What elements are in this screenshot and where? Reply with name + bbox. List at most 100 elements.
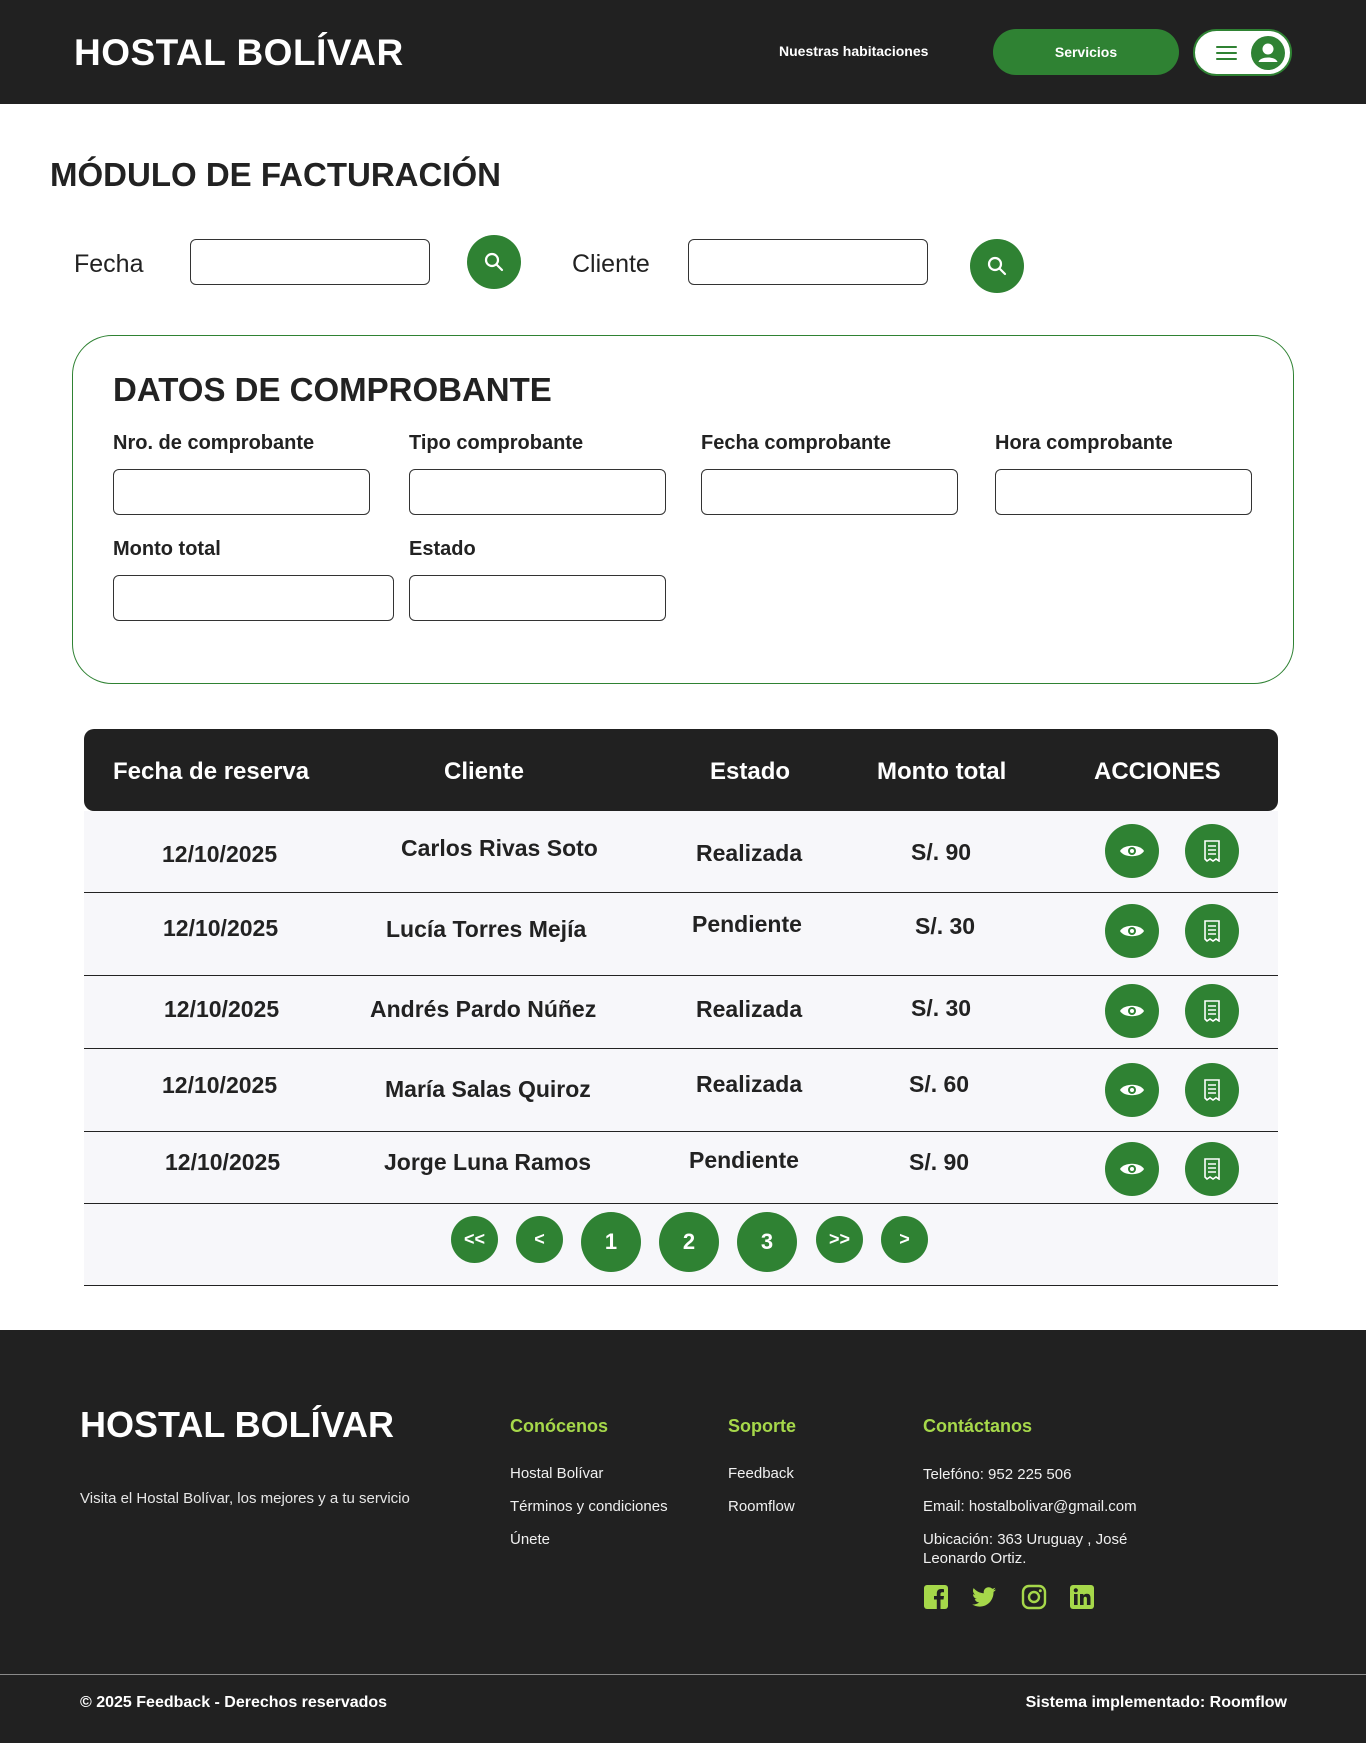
date-search-input[interactable] [190,239,430,285]
row-amount: S/. 90 [911,839,972,865]
footer-copyright: © 2025 Feedback - Derechos reservados [80,1694,388,1711]
row-date: 12/10/2025 [162,841,278,867]
row-client: Andrés Pardo Núñez [370,996,597,1022]
client-search-button[interactable] [970,239,1024,293]
receipt-time-input[interactable] [995,469,1252,515]
column-header-status: Estado [710,758,791,785]
eye-icon [1120,1084,1144,1096]
footer-location-line1: Ubicación: 363 Uruguay , José [923,1531,1128,1548]
row-client: Carlos Rivas Soto [401,835,598,861]
row-status: Realizada [696,1071,803,1097]
receipt-date-label: Fecha comprobante [701,432,892,454]
row-client: Lucía Torres Mejía [386,916,587,942]
column-header-amount: Monto total [877,758,1007,785]
search-icon [484,252,504,272]
twitter-icon[interactable] [971,1584,997,1610]
footer-contact-heading: Contáctanos [923,1416,1033,1436]
facebook-icon[interactable] [923,1584,949,1610]
footer-system-credit: Sistema implementado: Roomflow [1025,1694,1287,1711]
pagination-prev-button[interactable]: < [516,1216,563,1263]
invoice-button[interactable] [1185,904,1239,958]
column-header-client: Cliente [444,758,525,785]
page-title: MÓDULO DE FACTURACIÓN [50,156,501,193]
receipt-date-input[interactable] [701,469,958,515]
row-status: Realizada [696,996,803,1022]
reservations-table-body: 12/10/2025 Carlos Rivas Soto Realizada S… [84,811,1278,1286]
view-button[interactable] [1105,984,1159,1038]
receipt-total-label: Monto total [113,538,221,560]
search-icon [987,256,1007,276]
pagination-first-button[interactable]: << [451,1216,498,1263]
footer-link-join[interactable]: Únete [510,1531,550,1548]
instagram-icon[interactable] [1021,1584,1047,1610]
view-button[interactable] [1105,1063,1159,1117]
pagination-page-1[interactable]: 1 [581,1212,641,1272]
pagination-page-2[interactable]: 2 [659,1212,719,1272]
receipt-status-input[interactable] [409,575,666,621]
table-row: 12/10/2025 Andrés Pardo Núñez Realizada … [84,976,1278,1049]
receipt-icon [1204,1079,1220,1101]
footer-tagline: Visita el Hostal Bolívar, los mejores y … [80,1490,410,1507]
eye-icon [1120,925,1144,937]
footer-phone: Telefóno: 952 225 506 [923,1466,1072,1483]
footer-link-terms[interactable]: Términos y condiciones [510,1498,668,1515]
receipt-icon [1204,920,1220,942]
row-client: María Salas Quiroz [385,1076,591,1102]
column-header-actions: ACCIONES [1094,758,1221,785]
receipt-type-label: Tipo comprobante [409,432,584,454]
table-row: 12/10/2025 Jorge Luna Ramos Pendiente S/… [84,1132,1278,1204]
invoice-button[interactable] [1185,824,1239,878]
receipt-total-input[interactable] [113,575,394,621]
footer-link-hostal[interactable]: Hostal Bolívar [510,1465,603,1482]
row-status: Pendiente [692,911,802,937]
user-avatar-icon [1251,36,1285,70]
footer-about-heading: Conócenos [510,1416,609,1436]
receipt-number-label: Nro. de comprobante [113,432,315,454]
footer-link-roomflow[interactable]: Roomflow [728,1498,795,1515]
linkedin-icon[interactable] [1069,1584,1095,1610]
receipt-time-label: Hora comprobante [995,432,1173,454]
row-amount: S/. 60 [909,1071,970,1097]
column-header-date: Fecha de reserva [113,758,310,785]
invoice-button[interactable] [1185,1063,1239,1117]
receipt-icon [1204,1158,1220,1180]
brand-logo[interactable]: HOSTAL BOLÍVAR [74,32,404,74]
view-button[interactable] [1105,904,1159,958]
account-menu-button[interactable] [1193,29,1292,76]
pagination-last-button[interactable]: >> [816,1216,863,1263]
row-status: Realizada [696,840,803,866]
nav-services-button[interactable]: Servicios [993,29,1179,75]
footer [0,1330,1366,1743]
top-navbar: HOSTAL BOLÍVAR Nuestras habitaciones Ser… [0,0,1366,104]
eye-icon [1120,1005,1144,1017]
pagination-bar: << < 1 2 3 >> > [84,1204,1278,1286]
client-search-label: Cliente [572,250,650,278]
reservations-table-header: Fecha de reserva Cliente Estado Monto to… [84,729,1278,811]
row-client: Jorge Luna Ramos [384,1149,592,1175]
row-amount: S/. 30 [915,913,976,939]
row-amount: S/. 90 [909,1149,970,1175]
footer-link-feedback[interactable]: Feedback [728,1465,794,1482]
invoice-button[interactable] [1185,1142,1239,1196]
footer-brand: HOSTAL BOLÍVAR [80,1404,394,1445]
invoice-button[interactable] [1185,984,1239,1038]
row-amount: S/. 30 [911,995,972,1021]
date-search-button[interactable] [467,235,521,289]
footer-location-line2: Leonardo Ortiz. [923,1550,1027,1567]
row-status: Pendiente [689,1147,799,1173]
receipt-type-input[interactable] [409,469,666,515]
pagination-next-button[interactable]: > [881,1216,928,1263]
client-search-input[interactable] [688,239,928,285]
row-date: 12/10/2025 [162,1072,278,1098]
footer-support-heading: Soporte [728,1416,797,1436]
row-date: 12/10/2025 [163,915,279,941]
footer-divider [0,1674,1366,1675]
table-row: 12/10/2025 Lucía Torres Mejía Pendiente … [84,893,1278,976]
pagination-page-3[interactable]: 3 [737,1212,797,1272]
view-button[interactable] [1105,824,1159,878]
nav-rooms-link[interactable]: Nuestras habitaciones [779,43,928,59]
receipt-icon [1204,1000,1220,1022]
view-button[interactable] [1105,1142,1159,1196]
hamburger-icon [1216,46,1237,61]
receipt-number-input[interactable] [113,469,370,515]
